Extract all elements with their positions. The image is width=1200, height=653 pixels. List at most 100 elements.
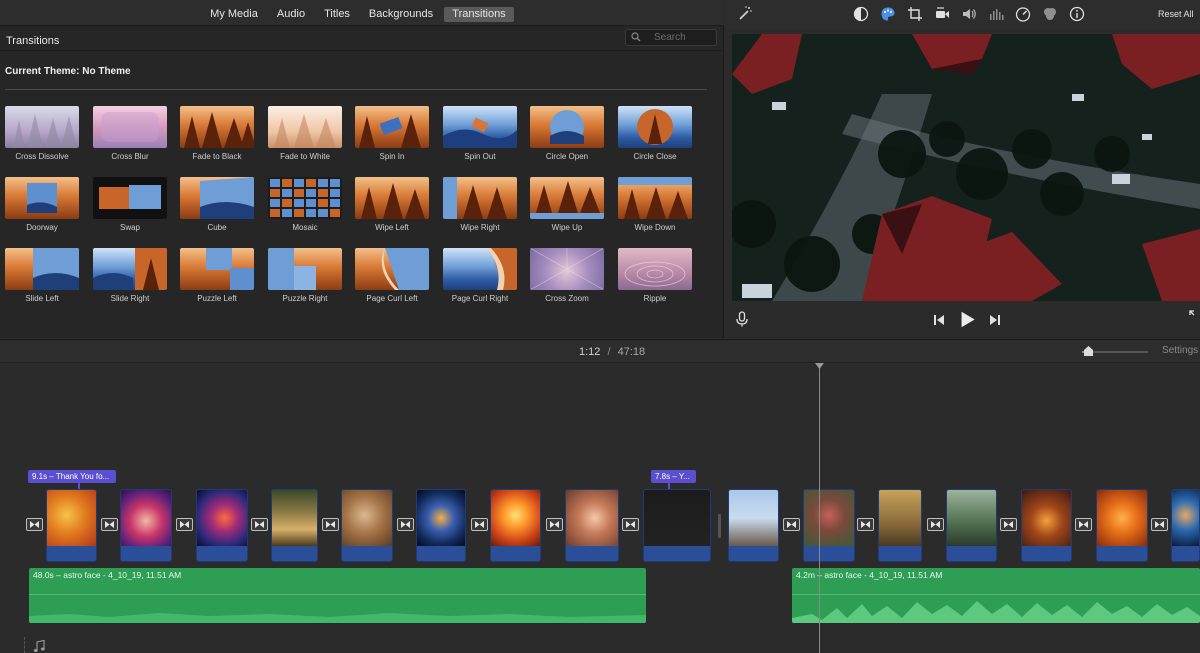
video-clip[interactable] (46, 489, 97, 562)
transition-marker-icon[interactable] (471, 518, 488, 531)
skip-forward-icon[interactable] (987, 312, 1003, 328)
info-icon[interactable] (1069, 6, 1085, 22)
transition-marker-icon[interactable] (176, 518, 193, 531)
reset-all-button[interactable]: Reset All (1158, 9, 1194, 19)
transition-tile-slide-left[interactable] (5, 248, 79, 290)
microphone-icon[interactable] (734, 311, 750, 327)
video-clip[interactable] (196, 489, 248, 562)
tab-my-media[interactable]: My Media (206, 7, 262, 22)
transition-label: Slide Right (110, 294, 150, 303)
transition-tile-doorway[interactable] (5, 177, 79, 219)
transition-marker-icon[interactable] (26, 518, 43, 531)
color-balance-icon[interactable] (853, 6, 869, 22)
transition-tile-fade-to-black[interactable] (180, 106, 254, 148)
transition-marker-icon[interactable] (251, 518, 268, 531)
video-clip[interactable] (1096, 489, 1148, 562)
video-clip[interactable] (490, 489, 541, 562)
tab-backgrounds[interactable]: Backgrounds (366, 7, 436, 22)
transition-marker-icon[interactable] (322, 518, 339, 531)
timecode-separator: / (607, 346, 611, 358)
transition-marker-icon[interactable] (1075, 518, 1092, 531)
transition-tile-spin-in[interactable] (355, 106, 429, 148)
clip-trim-handle[interactable] (718, 514, 721, 538)
transition-marker-icon[interactable] (397, 518, 414, 531)
transition-marker-icon[interactable] (1151, 518, 1168, 531)
transition-marker-icon[interactable] (927, 518, 944, 531)
transition-tile-slide-right[interactable] (93, 248, 167, 290)
transition-tile-cube[interactable] (180, 177, 254, 219)
filter-icon[interactable] (1042, 6, 1058, 22)
transition-tile-wipe-up[interactable] (530, 177, 604, 219)
video-clip[interactable] (643, 489, 711, 562)
audio-clip[interactable]: 4.2m – astro face - 4_10_19, 11.51 AM (792, 568, 1200, 623)
transition-marker-icon[interactable] (622, 518, 639, 531)
transition-marker-icon[interactable] (857, 518, 874, 531)
play-icon[interactable] (958, 310, 977, 329)
playhead-handle[interactable] (815, 363, 824, 369)
music-note-icon[interactable] (33, 640, 45, 653)
transition-tile-cross-blur[interactable] (93, 106, 167, 148)
title-clip-badge[interactable]: 9.1s – Thank You fo... (28, 470, 116, 483)
transition-tile-page-curl-left[interactable] (355, 248, 429, 290)
volume-icon[interactable] (961, 6, 977, 22)
tab-titles[interactable]: Titles (318, 7, 356, 22)
transition-tile-wipe-right[interactable] (443, 177, 517, 219)
transition-tile-mosaic[interactable] (268, 177, 342, 219)
audio-clip[interactable]: 48.0s – astro face - 4_10_19, 11.51 AM (29, 568, 646, 623)
timeline-settings-button[interactable]: Settings (1162, 345, 1198, 356)
transition-marker-icon[interactable] (546, 518, 563, 531)
transition-tile-spin-out[interactable] (443, 106, 517, 148)
tab-transitions[interactable]: Transitions (444, 7, 514, 22)
transition-label: Wipe Up (551, 223, 583, 232)
tab-audio[interactable]: Audio (272, 7, 310, 22)
transition-label: Puzzle Left (197, 294, 237, 303)
audio-waveform (792, 601, 1200, 623)
theme-divider (5, 89, 707, 90)
noise-reduction-icon[interactable] (988, 6, 1004, 22)
transition-marker-icon[interactable] (783, 518, 800, 531)
total-time: 47:18 (617, 346, 646, 358)
color-correction-icon[interactable] (880, 6, 896, 22)
video-clip[interactable] (271, 489, 318, 562)
transition-label: Page Curl Left (366, 294, 418, 303)
crop-icon[interactable] (907, 6, 923, 22)
search-input[interactable]: Search (625, 29, 717, 46)
transition-tile-swap[interactable] (93, 177, 167, 219)
skip-back-icon[interactable] (931, 312, 947, 328)
transition-tile-circle-close[interactable] (618, 106, 692, 148)
video-clip[interactable] (120, 489, 172, 562)
transition-tile-wipe-left[interactable] (355, 177, 429, 219)
transition-tile-fade-to-white[interactable] (268, 106, 342, 148)
video-clip[interactable] (728, 489, 779, 562)
transition-tile-puzzle-left[interactable] (180, 248, 254, 290)
transition-label: Doorway (26, 223, 58, 232)
transition-tile-wipe-down[interactable] (618, 177, 692, 219)
transition-marker-icon[interactable] (101, 518, 118, 531)
search-placeholder: Search (654, 32, 686, 43)
video-clip[interactable] (946, 489, 997, 562)
magic-wand-icon[interactable] (737, 5, 753, 21)
zoom-slider-thumb[interactable] (1084, 346, 1094, 356)
transition-tile-circle-open[interactable] (530, 106, 604, 148)
video-clip[interactable] (1171, 489, 1200, 562)
speed-icon[interactable] (1015, 6, 1031, 22)
transition-label: Fade to Black (192, 152, 242, 161)
current-time: 1:12 (579, 346, 601, 358)
transition-tile-cross-zoom[interactable] (530, 248, 604, 290)
fullscreen-icon[interactable] (1188, 309, 1200, 321)
video-clip[interactable] (803, 489, 855, 562)
transition-tile-puzzle-right[interactable] (268, 248, 342, 290)
video-clip[interactable] (878, 489, 922, 562)
video-clip[interactable] (416, 489, 466, 562)
transition-tile-ripple[interactable] (618, 248, 692, 290)
transition-tile-page-curl-right[interactable] (443, 248, 517, 290)
title-clip-badge[interactable]: 7.8s – Y... (651, 470, 696, 483)
playhead[interactable] (819, 365, 820, 653)
video-clip[interactable] (565, 489, 619, 562)
video-clip[interactable] (341, 489, 393, 562)
transition-marker-icon[interactable] (1000, 518, 1017, 531)
video-clip[interactable] (1021, 489, 1072, 562)
transition-label: Wipe Right (460, 223, 500, 232)
transition-tile-cross-dissolve[interactable] (5, 106, 79, 148)
stabilization-icon[interactable] (934, 6, 950, 22)
